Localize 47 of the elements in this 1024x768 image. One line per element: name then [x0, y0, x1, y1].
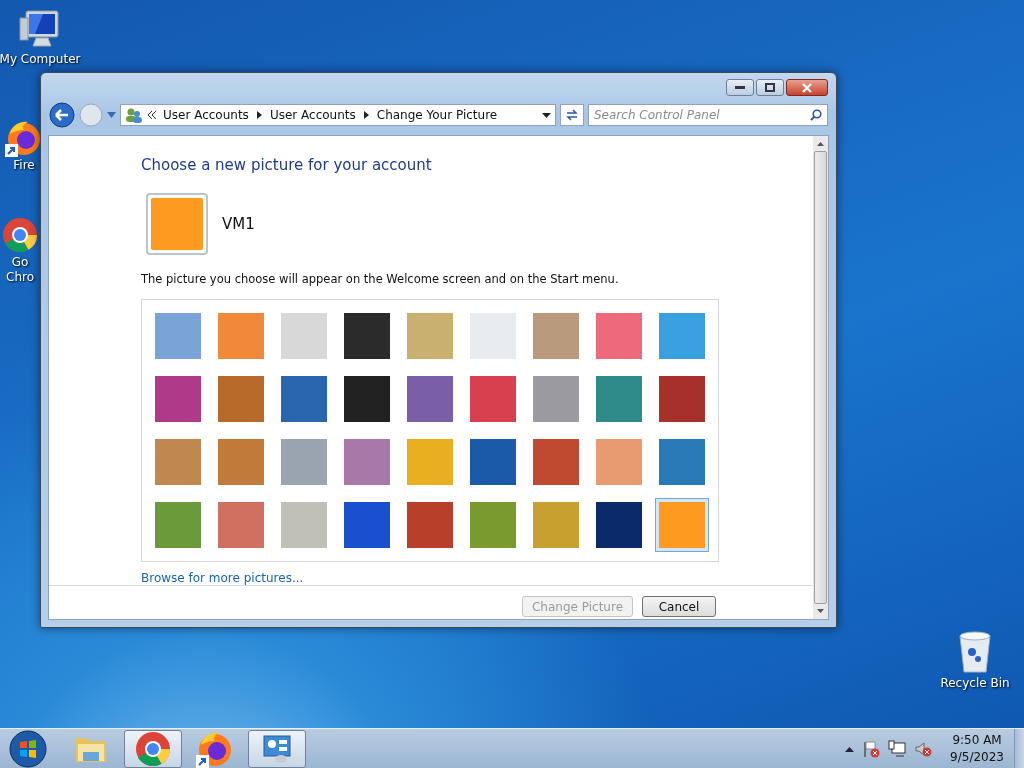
taskbar-button[interactable]	[124, 729, 182, 768]
scrollbar[interactable]	[813, 136, 828, 619]
search-field[interactable]: Search Control Panel	[588, 104, 828, 126]
cancel-button[interactable]: Cancel	[642, 596, 716, 617]
refresh-button[interactable]	[560, 104, 584, 126]
breadcrumb-arrow-icon[interactable]	[256, 111, 262, 119]
description-text: The picture you choose will appear on the Welcome screen and on the Start menu.	[141, 272, 619, 286]
page-heading: Choose a new picture for your account	[141, 156, 432, 174]
icon-label: Recycle Bin	[940, 676, 1010, 691]
network-icon[interactable]	[888, 739, 907, 758]
start-button[interactable]	[8, 728, 48, 768]
maximize-icon	[765, 83, 775, 92]
breadcrumb-item[interactable]: Change Your Picture	[376, 108, 498, 122]
chrome-icon	[0, 215, 40, 255]
breadcrumb-item[interactable]: User Accounts	[163, 108, 249, 122]
search-icon	[810, 109, 822, 121]
account-name: VM1	[222, 215, 255, 233]
clock-date[interactable]: 9/5/2023	[950, 748, 1004, 766]
breadcrumb-arrow-icon[interactable]	[363, 111, 369, 119]
dropdown-arrow-icon[interactable]	[542, 112, 551, 118]
back-button[interactable]	[49, 102, 75, 128]
taskbar-button[interactable]	[248, 729, 306, 768]
scroll-down-icon[interactable]	[817, 607, 824, 615]
icon-label: Go	[11, 255, 29, 270]
minimize-icon	[735, 85, 745, 90]
icon-label: Fire	[13, 158, 35, 173]
browse-link[interactable]: Browse for more pictures...	[141, 571, 304, 585]
flag-error-icon[interactable]	[862, 739, 881, 758]
maximize-button[interactable]	[756, 79, 784, 96]
refresh-icon	[565, 109, 579, 121]
control-panel-icon[interactable]	[261, 732, 293, 765]
clock-time[interactable]: 9:50 AM	[952, 731, 1002, 749]
users-icon	[125, 107, 142, 123]
account-picture	[146, 193, 208, 255]
close-icon	[802, 82, 812, 93]
chevron-icon	[148, 111, 157, 119]
icon-label: My Computer	[0, 52, 81, 67]
show-hidden-icons-button[interactable]	[845, 745, 855, 752]
speaker-muted-icon[interactable]	[914, 739, 933, 758]
icon-label: Chro	[6, 270, 34, 285]
address-bar[interactable]: User Accounts User Accounts Change Your Picture	[120, 104, 556, 126]
breadcrumb-item[interactable]: User Accounts	[269, 108, 356, 122]
close-button[interactable]	[786, 79, 828, 96]
scroll-up-icon[interactable]	[817, 140, 824, 148]
minimize-button[interactable]	[726, 79, 754, 96]
history-dropdown-icon[interactable]	[107, 112, 116, 118]
show-desktop-button[interactable]	[1014, 728, 1024, 768]
